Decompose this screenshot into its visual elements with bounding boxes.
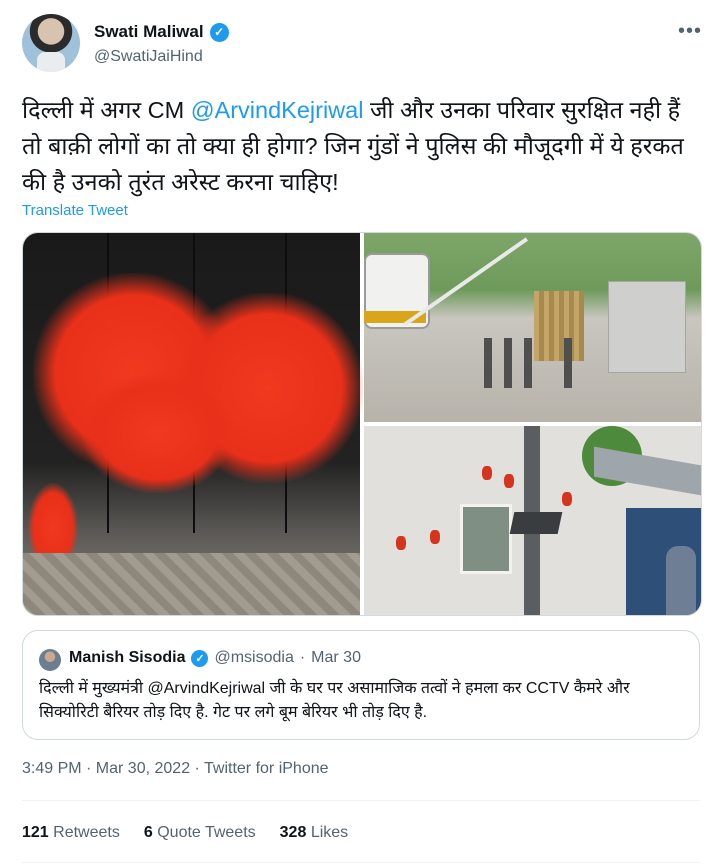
translate-tweet-link[interactable]: Translate Tweet <box>22 202 128 219</box>
window <box>460 504 512 574</box>
lamp <box>509 512 563 534</box>
handprint <box>396 536 406 550</box>
quoted-tweet-text: दिल्ली में मुख्यमंत्री @ArvindKejriwal ज… <box>39 680 630 721</box>
retweets-stat[interactable]: 121 Retweets <box>22 824 120 842</box>
handprint <box>430 530 440 544</box>
author-name-row[interactable]: Swati Maliwal ✓ <box>94 22 229 42</box>
bollard <box>524 338 532 388</box>
author-handle[interactable]: @SwatiJaiHind <box>94 48 203 66</box>
bollard <box>564 338 572 388</box>
likes-stat[interactable]: 328 Likes <box>280 824 349 842</box>
tweet-timestamp[interactable]: 3:49 PM · Mar 30, 2022 · Twitter for iPh… <box>22 760 329 778</box>
quoted-date: Mar 30 <box>311 649 361 666</box>
quoted-author-avatar <box>39 649 61 671</box>
tweet-text-before: दिल्ली में अगर CM <box>22 97 191 123</box>
tweet-header: Swati Maliwal ✓ @SwatiJaiHind ••• <box>22 14 702 78</box>
media-photo-barrier[interactable] <box>364 233 701 422</box>
quotes-label: Quote Tweets <box>157 824 256 841</box>
retweets-count: 121 <box>22 824 49 841</box>
avatar-figure <box>37 52 65 72</box>
quoted-display-name: Manish Sisodia <box>69 649 186 666</box>
media-photo-guardhouse[interactable] <box>364 426 701 615</box>
divider <box>22 862 700 863</box>
likes-count: 328 <box>279 824 307 841</box>
pavement <box>23 553 360 615</box>
quoted-verified-icon: ✓ <box>191 649 209 667</box>
handprint <box>482 466 492 480</box>
paint-splash <box>83 373 233 493</box>
divider <box>22 800 700 801</box>
quoted-handle: @msisodia <box>214 649 294 666</box>
bollard <box>484 338 492 388</box>
quotes-count: 6 <box>143 824 153 841</box>
bollard <box>504 338 512 388</box>
tweet-media-grid <box>22 232 702 616</box>
person <box>666 546 696 615</box>
roof <box>594 446 701 496</box>
quote-tweets-stat[interactable]: 6 Quote Tweets <box>144 824 256 842</box>
retweets-label: Retweets <box>53 824 120 841</box>
handprint <box>562 492 572 506</box>
author-avatar[interactable] <box>22 14 80 72</box>
likes-label: Likes <box>310 824 349 841</box>
more-options-icon[interactable]: ••• <box>678 20 702 43</box>
tweet-text: दिल्ली में अगर CM @ArvindKejriwal जी और … <box>22 92 698 200</box>
media-photo-gate[interactable] <box>23 233 363 615</box>
electrical-box <box>608 281 686 373</box>
quoted-tweet[interactable]: Manish Sisodia ✓ @msisodia · Mar 30 दिल्… <box>22 630 700 740</box>
engagement-stats: 121 Retweets 6 Quote Tweets 328 Likes <box>22 824 348 842</box>
mention-link[interactable]: @ArvindKejriwal <box>191 97 364 123</box>
verified-badge-icon: ✓ <box>209 22 229 42</box>
handprint <box>504 474 514 488</box>
quoted-separator: · <box>299 649 306 666</box>
bamboo-fence <box>534 291 584 361</box>
quoted-author-row: Manish Sisodia ✓ @msisodia · Mar 30 <box>69 649 361 667</box>
author-display-name[interactable]: Swati Maliwal <box>94 22 204 42</box>
